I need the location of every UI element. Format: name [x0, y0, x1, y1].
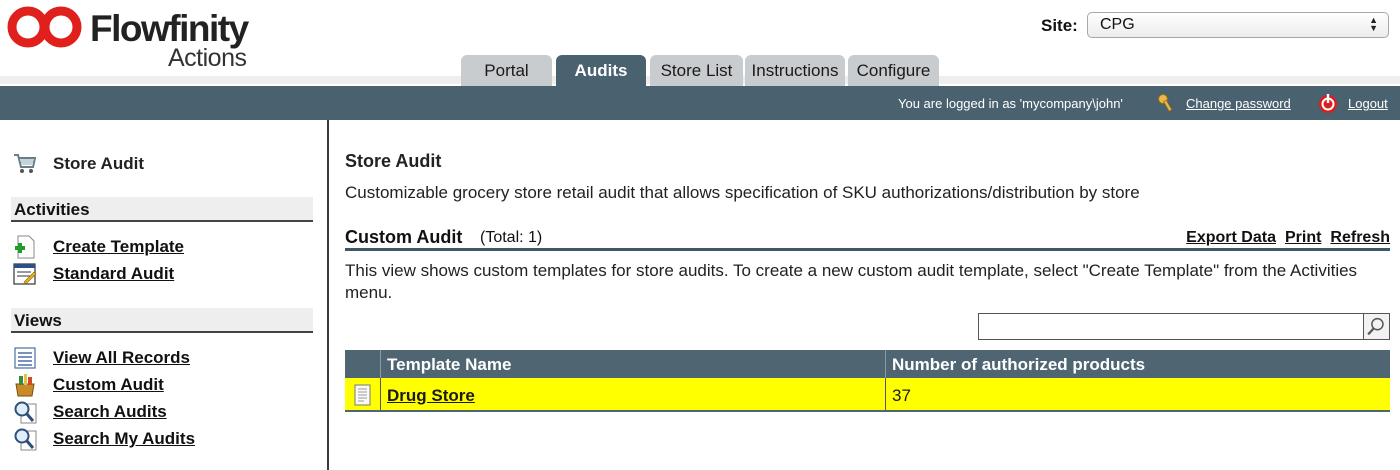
view-total: (Total: 1) [480, 229, 543, 246]
site-label: Site: [1041, 16, 1078, 35]
create-template-icon [15, 235, 35, 259]
magnifier-icon [1367, 317, 1384, 336]
sidebar-item-label: Search Audits [53, 402, 167, 421]
view-title: Custom Audit [345, 227, 463, 247]
main-content: Store Audit Customizable grocery store r… [345, 120, 1390, 470]
tab-instructions[interactable]: Instructions [745, 55, 845, 86]
logo-mark-icon [7, 6, 82, 48]
section-activities: Activities [11, 197, 313, 222]
tab-portal[interactable]: Portal [461, 55, 552, 86]
page-title: Store Audit [345, 151, 442, 171]
tab-store-list[interactable]: Store List [650, 55, 743, 86]
user-bar: You are logged in as 'mycompany\john' Ch… [0, 86, 1400, 120]
search-icon [14, 428, 37, 451]
site-select[interactable]: CPG ▲ ▼ [1087, 12, 1389, 38]
view-note: This view shows custom templates for sto… [345, 261, 1358, 302]
sidebar-item-search-my-audits[interactable]: Search My Audits [13, 427, 313, 451]
cell-template-name: Drug Store [380, 378, 885, 410]
sidebar-item-label: Create Template [53, 237, 185, 256]
sidebar-item-view-all-records[interactable]: View All Records [13, 346, 313, 370]
section-views: Views [11, 308, 313, 333]
sidebar: Store Audit Activities Create Template S… [0, 120, 329, 470]
logout-link[interactable]: Logout [1348, 96, 1388, 111]
standard-audit-icon [13, 263, 37, 285]
sidebar-item-create-template[interactable]: Create Template [13, 235, 313, 259]
view-actions: Export Data Print Refresh [1177, 229, 1390, 247]
cell-authorized-products: 37 [885, 378, 1390, 410]
sidebar-item-label: Search My Audits [53, 429, 196, 448]
app-header: Flowfinity Actions Site: CPG ▲ ▼ Portal A… [0, 0, 1400, 86]
sidebar-item-label: View All Records [53, 348, 190, 367]
header-icon-cell [345, 350, 380, 378]
logout-icon[interactable] [1317, 92, 1339, 114]
search-button[interactable] [1364, 313, 1390, 340]
column-header-template-name[interactable]: Template Name [380, 350, 885, 378]
key-icon [1158, 94, 1173, 112]
sidebar-item-search-audits[interactable]: Search Audits [13, 400, 313, 424]
login-status: You are logged in as 'mycompany\john' [898, 96, 1123, 111]
sidebar-item-standard-audit[interactable]: Standard Audit [13, 262, 313, 286]
sidebar-title: Store Audit [53, 154, 144, 173]
search-icon [14, 401, 37, 424]
refresh-link[interactable]: Refresh [1330, 229, 1390, 246]
sidebar-item-label: Standard Audit [53, 264, 175, 283]
search-input[interactable] [978, 313, 1364, 340]
export-data-link[interactable]: Export Data [1186, 229, 1276, 246]
list-icon [14, 347, 36, 369]
document-icon[interactable] [352, 384, 374, 406]
site-select-value: CPG [1100, 16, 1135, 33]
row-icon-cell [345, 378, 380, 410]
print-link[interactable]: Print [1285, 229, 1321, 246]
sidebar-item-custom-audit[interactable]: Custom Audit [13, 373, 313, 397]
template-link[interactable]: Drug Store [387, 386, 475, 405]
sidebar-item-label: Custom Audit [53, 375, 164, 394]
tab-configure[interactable]: Configure [848, 55, 939, 86]
shopping-cart-icon [14, 154, 37, 173]
tab-audits[interactable]: Audits [556, 55, 646, 86]
brand-product: Actions [168, 44, 247, 72]
custom-audit-icon [15, 374, 35, 397]
view-header: Custom Audit (Total: 1) Export Data Print… [345, 226, 1390, 251]
change-password-link[interactable]: Change password [1186, 96, 1291, 111]
page-description: Customizable grocery store retail audit … [345, 183, 1140, 202]
select-arrows-icon: ▲ ▼ [1369, 15, 1378, 33]
table-header: Template Name Number of authorized produ… [345, 350, 1390, 378]
column-header-authorized-products[interactable]: Number of authorized products [885, 350, 1390, 378]
table-row[interactable]: Drug Store 37 [345, 378, 1390, 412]
flowfinity-logo[interactable]: Flowfinity Actions [6, 6, 266, 72]
